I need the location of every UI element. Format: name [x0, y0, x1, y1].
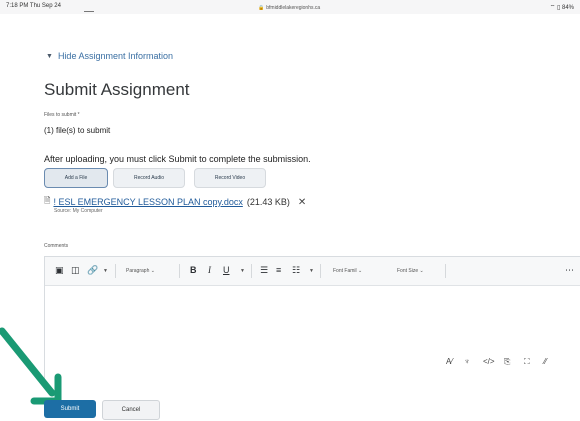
fullscreen-icon[interactable]: ⛶	[524, 357, 530, 367]
file-source: Source: My Computer	[54, 208, 103, 214]
resize-icon[interactable]: ⁄⁄	[544, 357, 547, 366]
tab-indicator	[84, 11, 94, 12]
underline-icon[interactable]: U	[223, 265, 230, 275]
toolbar-divider	[320, 264, 321, 278]
uploaded-file-row: 🗎 ! ESL EMERGENCY LESSON PLAN copy.docx …	[44, 195, 306, 209]
bold-icon[interactable]: B	[190, 265, 197, 275]
triangle-down-icon: ▼	[46, 52, 53, 60]
font-family-select-label: Font Famil	[333, 268, 357, 274]
list-dropdown-icon[interactable]: ▼	[309, 268, 314, 274]
comments-editor: ▣ ◫ 🔗 ▼ Paragraph ⌄ B I U ▼ ☰ ≡ ☷ ▼ Font…	[44, 256, 580, 387]
camera-icon[interactable]: ◫	[71, 265, 80, 276]
align-icon[interactable]: ☰	[260, 265, 268, 276]
toolbar-divider	[445, 264, 446, 278]
record-audio-button[interactable]: Record Audio	[113, 168, 185, 188]
font-size-select-label: Font Size	[397, 268, 419, 274]
italic-icon[interactable]: I	[208, 265, 211, 275]
comments-label: Comments	[44, 243, 69, 249]
list-icon[interactable]: ≡	[276, 265, 281, 275]
font-family-select[interactable]: Font Famil ⌄	[333, 268, 362, 274]
insert-dropdown-icon[interactable]: ▼	[103, 268, 108, 274]
link-icon[interactable]: 🔗	[87, 265, 98, 276]
record-video-button[interactable]: Record Video	[194, 168, 266, 188]
image-icon[interactable]: ▣	[55, 265, 64, 276]
address-bar[interactable]: 🔒 bfmiddlelakeregionhs.ca	[258, 5, 320, 11]
status-time: 7:18 PM Thu Sep 24	[6, 3, 61, 9]
format-dropdown-icon[interactable]: ▼	[240, 268, 245, 274]
remove-file-icon[interactable]: ✕	[298, 197, 306, 208]
preview-icon[interactable]: ⎘	[504, 357, 510, 367]
address-url: bfmiddlelakeregionhs.ca	[266, 5, 321, 11]
paragraph-select[interactable]: Paragraph ⌄	[126, 268, 155, 274]
hide-assignment-info-link[interactable]: ▼ Hide Assignment Information	[46, 51, 173, 61]
font-size-select[interactable]: Font Size ⌄	[397, 268, 424, 274]
file-size: (21.43 KB)	[246, 197, 290, 207]
indent-icon[interactable]: ☷	[292, 265, 300, 276]
lock-icon: 🔒	[258, 5, 265, 11]
toolbar-divider	[251, 264, 252, 278]
file-name-link[interactable]: ! ESL EMERGENCY LESSON PLAN copy.docx	[53, 197, 242, 207]
toolbar-divider	[179, 264, 180, 278]
spellcheck-icon[interactable]: A⁄	[446, 357, 453, 366]
hide-assignment-info-label: Hide Assignment Information	[57, 51, 173, 61]
files-count: (1) file(s) to submit	[44, 126, 111, 135]
page-title: Submit Assignment	[44, 80, 190, 99]
submit-button[interactable]: Submit	[44, 400, 96, 418]
files-to-submit-label: Files to submit *	[44, 112, 80, 118]
submission-instruction: After uploading, you must click Submit t…	[44, 154, 311, 164]
accessibility-icon[interactable]: ♆	[464, 357, 470, 366]
add-file-button[interactable]: Add a File	[44, 168, 108, 188]
editor-toolbar: ▣ ◫ 🔗 ▼ Paragraph ⌄ B I U ▼ ☰ ≡ ☷ ▼ Font…	[45, 257, 580, 286]
battery-status: ⌔ ▯ 84%	[549, 5, 574, 11]
paragraph-select-label: Paragraph	[126, 268, 150, 274]
toolbar-divider	[115, 264, 116, 278]
comments-textarea[interactable]	[45, 286, 580, 386]
source-code-icon[interactable]: </>	[483, 357, 495, 366]
cancel-button[interactable]: Cancel	[102, 400, 160, 420]
more-icon[interactable]: ⋯	[565, 265, 574, 276]
document-icon: 🗎	[44, 196, 51, 205]
